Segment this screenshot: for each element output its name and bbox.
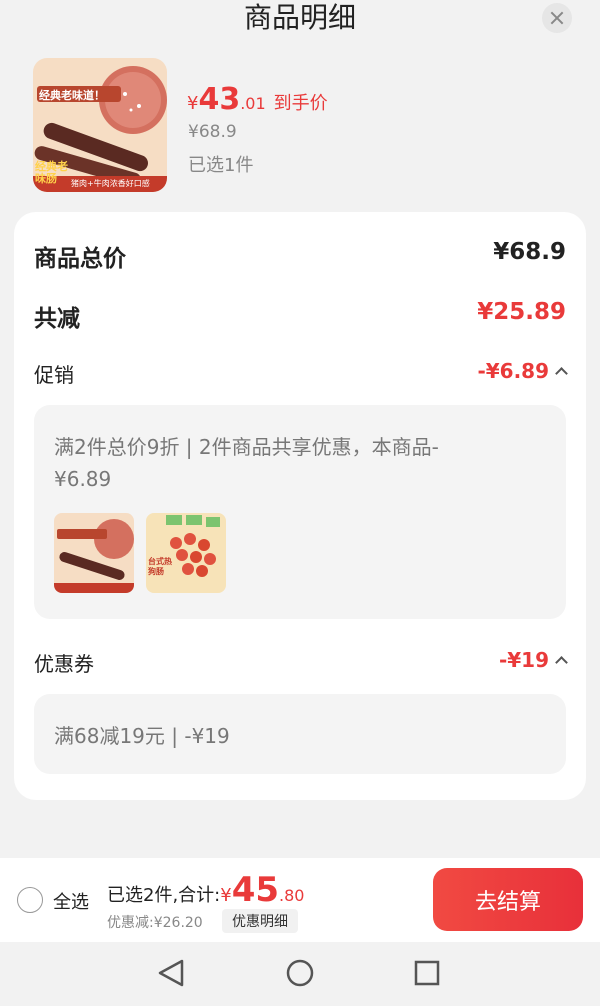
promotion-toggle[interactable]: -¥6.89: [477, 359, 568, 383]
promo-item-thumbnail[interactable]: [54, 513, 134, 593]
product-thumbnail[interactable]: 经典老味道！ 经典老味肠 猪肉+牛肉浓香好口感: [33, 58, 167, 192]
selected-total-label: 已选2件,合计:: [107, 885, 221, 906]
select-all-radio[interactable]: [17, 887, 43, 913]
home-icon[interactable]: [270, 942, 330, 1006]
total-price-label: 商品总价: [34, 246, 126, 272]
page-title: 商品明细: [243, 1, 356, 34]
promotion-value: -¥6.89: [477, 359, 549, 383]
thumb-badge: 经典老味肠: [35, 160, 68, 185]
back-icon[interactable]: [142, 942, 202, 1006]
promotion-label: 促销: [34, 363, 74, 387]
coupon-box: 满68减19元 | -¥19: [34, 694, 566, 774]
coupon-description: 满68减19元 | -¥19: [54, 724, 230, 748]
price-suffix: 到手价: [273, 93, 328, 114]
thumb-sub: 猪肉+牛肉浓香好口感: [71, 179, 150, 188]
header: 商品明细: [0, 0, 600, 40]
total-line: 已选2件,合计:¥45.80: [107, 870, 304, 910]
price-integer: 43: [198, 82, 241, 117]
recent-apps-icon[interactable]: [397, 942, 457, 1006]
price-detail-card: 商品总价 ¥68.9 共减 ¥25.89 促销 -¥6.89 满2件总价9折 |…: [14, 212, 586, 800]
discount-detail-button[interactable]: 优惠明细: [222, 909, 298, 933]
chevron-up-icon: [555, 656, 568, 669]
discount-text: 优惠减:¥26.20: [107, 915, 203, 931]
promotion-description: 满2件总价9折 | 2件商品共享优惠，本商品-¥6.89: [54, 435, 439, 491]
reduce-label: 共减: [34, 306, 80, 332]
checkout-bar: 全选 已选2件,合计:¥45.80 优惠减:¥26.20 优惠明细 去结算: [0, 858, 600, 942]
final-price: ¥43.01 到手价: [187, 82, 328, 117]
price-decimal: .01: [240, 94, 266, 113]
thumb-tagline: 经典老味道！: [39, 89, 105, 102]
total-integer: 45: [231, 870, 280, 910]
total-price-value: ¥68.9: [493, 239, 566, 265]
reduce-value: ¥25.89: [477, 299, 566, 325]
coupon-value: -¥19: [498, 648, 549, 672]
coupon-label: 优惠券: [34, 652, 94, 676]
coupon-toggle[interactable]: -¥19: [498, 648, 568, 672]
total-decimal: .80: [279, 886, 305, 905]
selected-count: 已选1件: [188, 155, 254, 176]
select-all-label[interactable]: 全选: [53, 888, 89, 914]
promo-item-thumbnail[interactable]: 台式热狗肠: [146, 513, 226, 593]
total-symbol: ¥: [220, 885, 232, 906]
system-nav-bar: [0, 942, 600, 1006]
promotion-box: 满2件总价9折 | 2件商品共享优惠，本商品-¥6.89 台式热狗肠: [34, 405, 566, 619]
close-icon[interactable]: [542, 3, 572, 33]
promo-item-badge: 台式热狗肠: [148, 557, 172, 576]
price-symbol: ¥: [187, 93, 199, 114]
original-price: ¥68.9: [188, 122, 237, 142]
checkout-button[interactable]: 去结算: [433, 868, 583, 931]
chevron-up-icon: [555, 367, 568, 380]
